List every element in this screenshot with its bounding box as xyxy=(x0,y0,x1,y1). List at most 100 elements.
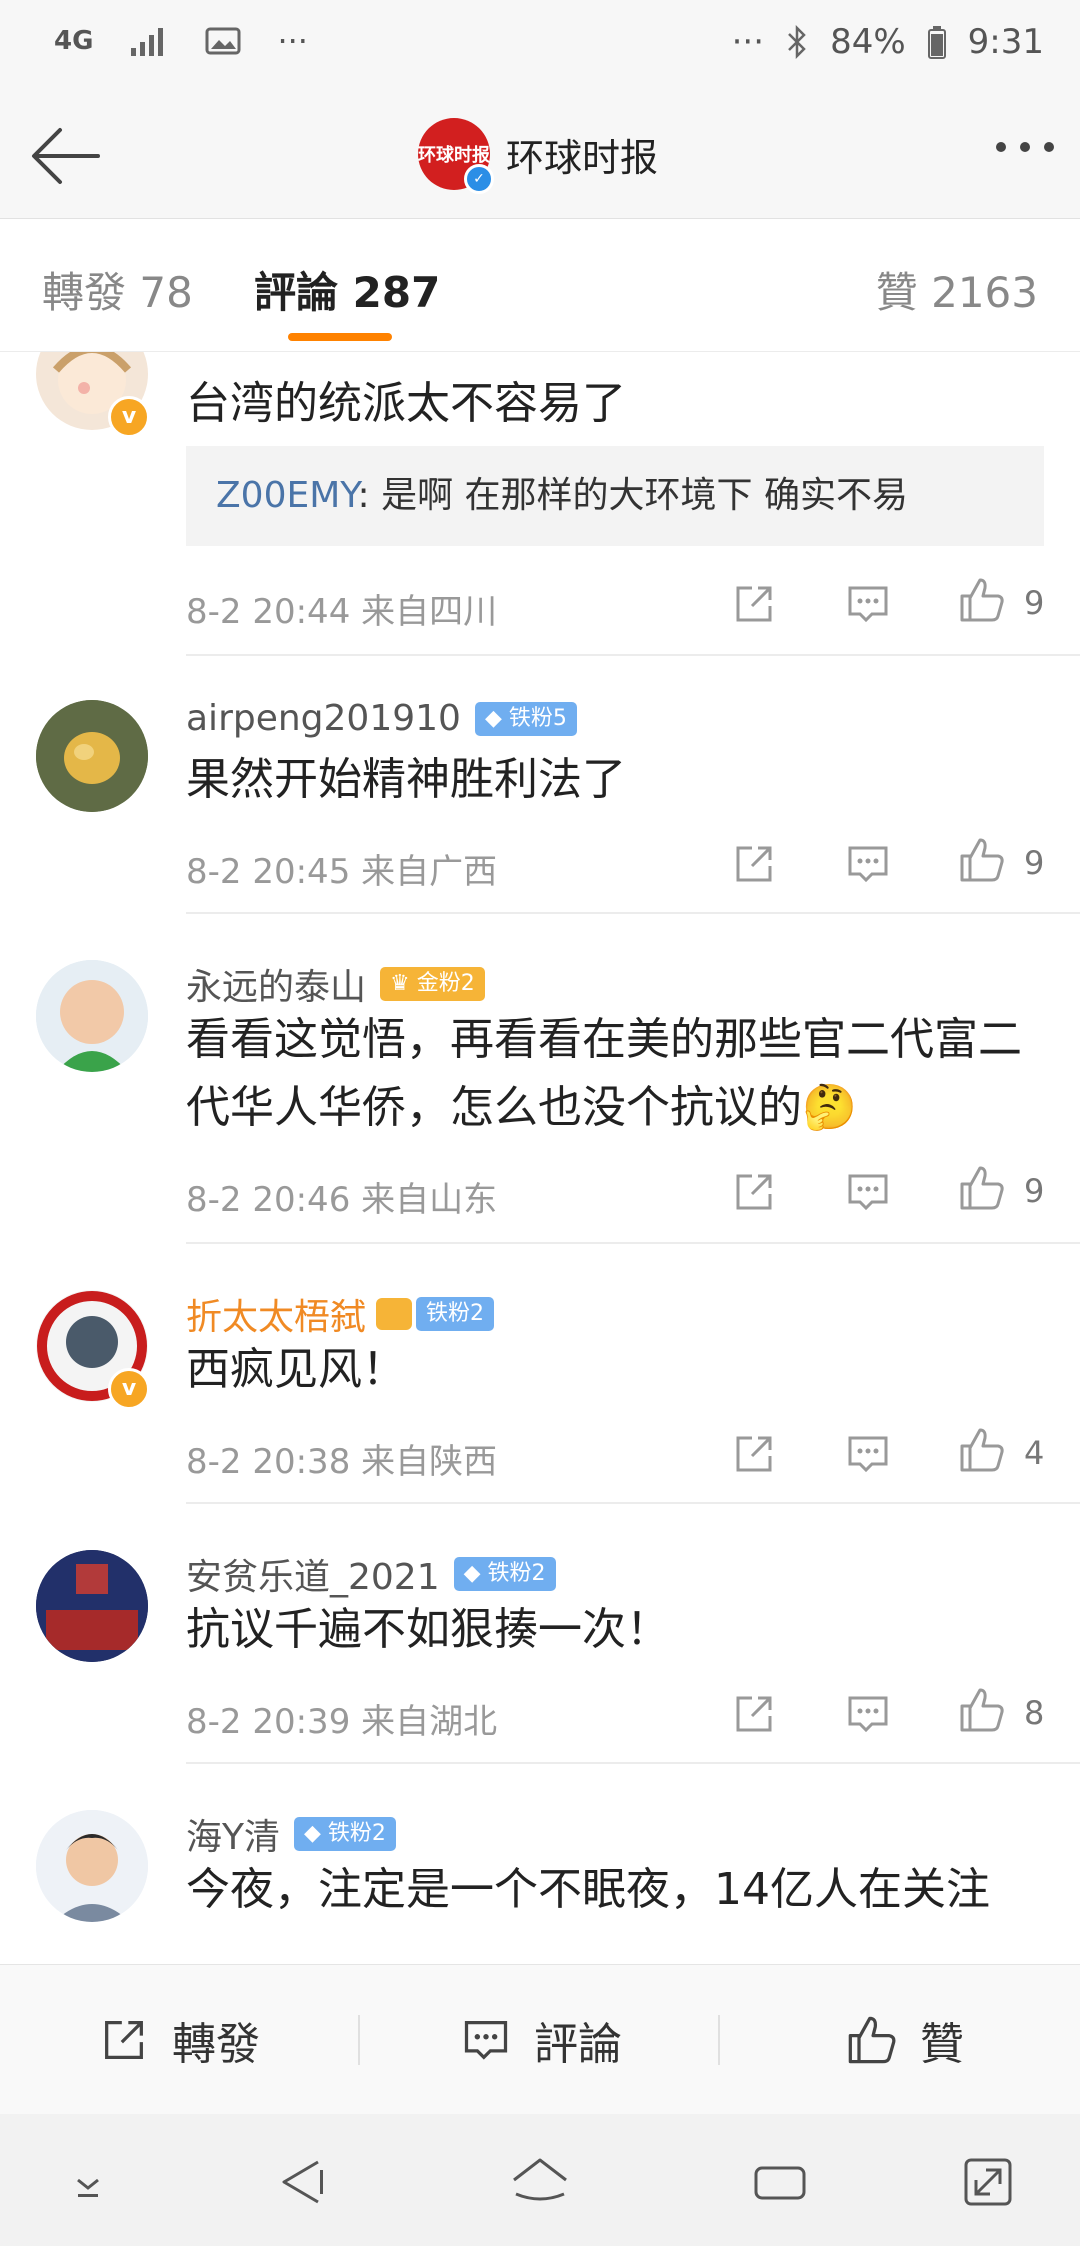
page-title: 环球时报 xyxy=(506,135,659,180)
like-icon[interactable] xyxy=(958,1686,1006,1734)
comment-username[interactable]: 永远的泰山 xyxy=(186,958,366,1010)
repost-label: 轉發 xyxy=(172,2019,260,2070)
fan-badge-label: 铁粉2 xyxy=(487,1561,546,1586)
battery-icon xyxy=(927,26,946,59)
like-count: 8 xyxy=(1024,1694,1045,1732)
back-triangle-icon[interactable] xyxy=(270,2150,334,2214)
divider xyxy=(358,2015,360,2065)
tab-repost[interactable]: 轉發 78 xyxy=(42,259,193,320)
comment-text: 今夜，注定是一个不眠夜，14亿人在关注 xyxy=(186,1864,990,1915)
bottom-action-bar: 轉發 評論 贊 xyxy=(0,1964,1080,2115)
more-dot-icon xyxy=(1044,142,1054,152)
avatar[interactable] xyxy=(36,700,148,812)
comment-text: 抗议千遍不如狠揍一次！ xyxy=(186,1604,670,1655)
comment-item: 安贫乐道_2021 ◆ 铁粉2 抗议千遍不如狠揍一次！ 8-2 20:39 来自… xyxy=(0,1504,1080,1764)
like-icon[interactable] xyxy=(958,576,1006,624)
share-icon[interactable] xyxy=(730,1690,778,1738)
account-header[interactable]: 环球时报 ✓ 环球时报 xyxy=(418,118,659,194)
like-count: 9 xyxy=(1024,844,1045,882)
crown-icon xyxy=(376,1298,413,1330)
comment-text: 果然开始精神胜利法了 xyxy=(186,754,626,805)
avatar-photo xyxy=(36,1810,148,1922)
tab-bar: 轉發 78 評論 287 贊 2163 xyxy=(0,219,1080,352)
avatar-photo xyxy=(36,960,148,1072)
comment-item: 海Y清 ◆ 铁粉2 今夜，注定是一个不眠夜，14亿人在关注 xyxy=(0,1764,1080,1964)
back-arrow-icon xyxy=(32,128,100,184)
image-notification-icon xyxy=(205,27,241,55)
expand-icon[interactable] xyxy=(956,2150,1020,2214)
repost-icon xyxy=(105,2021,143,2059)
thinking-emoji-icon: 🤔 xyxy=(802,1082,857,1133)
recent-apps-icon[interactable] xyxy=(748,2150,812,2214)
home-icon[interactable] xyxy=(508,2150,572,2214)
bluetooth-icon xyxy=(788,25,806,59)
avatar-photo xyxy=(36,1550,148,1662)
like-button[interactable]: 贊 xyxy=(846,1965,964,2115)
comment-username-row[interactable]: 折太太梧弑 铁粉2 xyxy=(186,1288,495,1340)
reply-icon[interactable] xyxy=(844,580,892,628)
status-right: ··· 84% 9:31 xyxy=(732,22,1044,62)
fan-badge: ◆ 铁粉5 xyxy=(474,701,577,736)
like-icon[interactable] xyxy=(958,1426,1006,1474)
reply-icon[interactable] xyxy=(844,1168,892,1216)
more-notifications-icon: ··· xyxy=(277,22,308,60)
comment-username-row[interactable]: 安贫乐道_2021 ◆ 铁粉2 xyxy=(186,1548,556,1600)
comment-icon xyxy=(464,2021,508,2060)
comment-username-row[interactable]: airpeng201910 ◆ 铁粉5 xyxy=(186,698,577,739)
comment-username-row[interactable]: 永远的泰山 ♛ 金粉2 xyxy=(186,958,485,1010)
more-dot-icon xyxy=(996,142,1006,152)
verified-badge-icon: v xyxy=(108,1368,150,1410)
share-icon[interactable] xyxy=(730,1168,778,1216)
comment-username[interactable]: 安贫乐道_2021 xyxy=(186,1548,440,1600)
clock: 9:31 xyxy=(967,22,1044,62)
comment-item: v 折太太梧弑 铁粉2 西疯见风！ 8-2 20:38 来自陕西 4 xyxy=(0,1244,1080,1504)
comment-username[interactable]: 折太太梧弑 xyxy=(186,1288,366,1340)
more-dot-icon xyxy=(1020,142,1030,152)
reply-icon[interactable] xyxy=(844,1430,892,1478)
like-icon[interactable] xyxy=(958,1164,1006,1212)
comment-username-row[interactable]: 海Y清 ◆ 铁粉2 xyxy=(186,1808,396,1860)
reply-text: : 是啊 在那样的大环境下 确实不易 xyxy=(357,475,908,516)
repost-button[interactable]: 轉發 xyxy=(98,1965,260,2115)
fan-badge-label: 金粉2 xyxy=(416,971,475,996)
tab-comments[interactable]: 評論 287 xyxy=(254,259,440,320)
navigation-bar: 环球时报 ✓ 环球时报 xyxy=(0,90,1080,219)
hide-keyboard-icon[interactable] xyxy=(56,2150,120,2214)
comment-list[interactable]: v 台湾的统派太不容易了 Z00EMY: 是啊 在那样的大环境下 确实不易 8-… xyxy=(0,352,1080,1964)
comment-meta: 8-2 20:39 来自湖北 xyxy=(186,1702,498,1742)
comment-meta: 8-2 20:44 来自四川 xyxy=(186,592,498,632)
like-icon[interactable] xyxy=(958,836,1006,884)
comment-item: v 台湾的统派太不容易了 Z00EMY: 是啊 在那样的大环境下 确实不易 8-… xyxy=(0,352,1080,656)
status-bar: 4G ··· ··· 84% 9:31 xyxy=(0,0,1080,90)
network-indicator: 4G xyxy=(54,26,94,56)
account-logo[interactable]: 环球时报 ✓ xyxy=(418,118,494,194)
reply-quote[interactable]: Z00EMY: 是啊 在那样的大环境下 确实不易 xyxy=(186,446,1044,546)
like-count: 9 xyxy=(1024,584,1045,622)
avatar[interactable] xyxy=(36,960,148,1072)
share-icon[interactable] xyxy=(730,1430,778,1478)
tab-likes[interactable]: 贊 2163 xyxy=(876,259,1038,320)
divider xyxy=(718,2015,720,2065)
comment-text: 看看这觉悟，再看看在美的那些官二代富二代华人华侨，怎么也没个抗议的🤔 xyxy=(186,1006,1046,1142)
like-count: 9 xyxy=(1024,1172,1045,1210)
share-icon[interactable] xyxy=(730,580,778,628)
comment-username[interactable]: 海Y清 xyxy=(186,1808,280,1860)
back-button[interactable] xyxy=(24,116,114,196)
like-icon xyxy=(848,2016,896,2064)
fan-badge-label: 铁粉5 xyxy=(508,705,567,731)
fan-badge-label: 铁粉2 xyxy=(327,1821,386,1846)
comment-button[interactable]: 評論 xyxy=(460,1965,622,2115)
reply-icon[interactable] xyxy=(844,1690,892,1738)
fan-badge: ♛ 金粉2 xyxy=(380,967,485,1001)
share-icon[interactable] xyxy=(730,840,778,888)
comment-text: 西疯见风！ xyxy=(186,1344,406,1395)
fan-badge: ◆ 铁粉2 xyxy=(453,1557,556,1591)
avatar[interactable] xyxy=(36,1810,148,1922)
comment-text: 台湾的统派太不容易了 xyxy=(186,378,626,429)
more-options-button[interactable] xyxy=(996,142,1054,152)
reply-icon[interactable] xyxy=(844,840,892,888)
fan-badge: 铁粉2 xyxy=(416,1297,495,1331)
avatar[interactable] xyxy=(36,1550,148,1662)
reply-username[interactable]: Z00EMY xyxy=(216,475,358,516)
comment-username[interactable]: airpeng201910 xyxy=(186,698,461,739)
